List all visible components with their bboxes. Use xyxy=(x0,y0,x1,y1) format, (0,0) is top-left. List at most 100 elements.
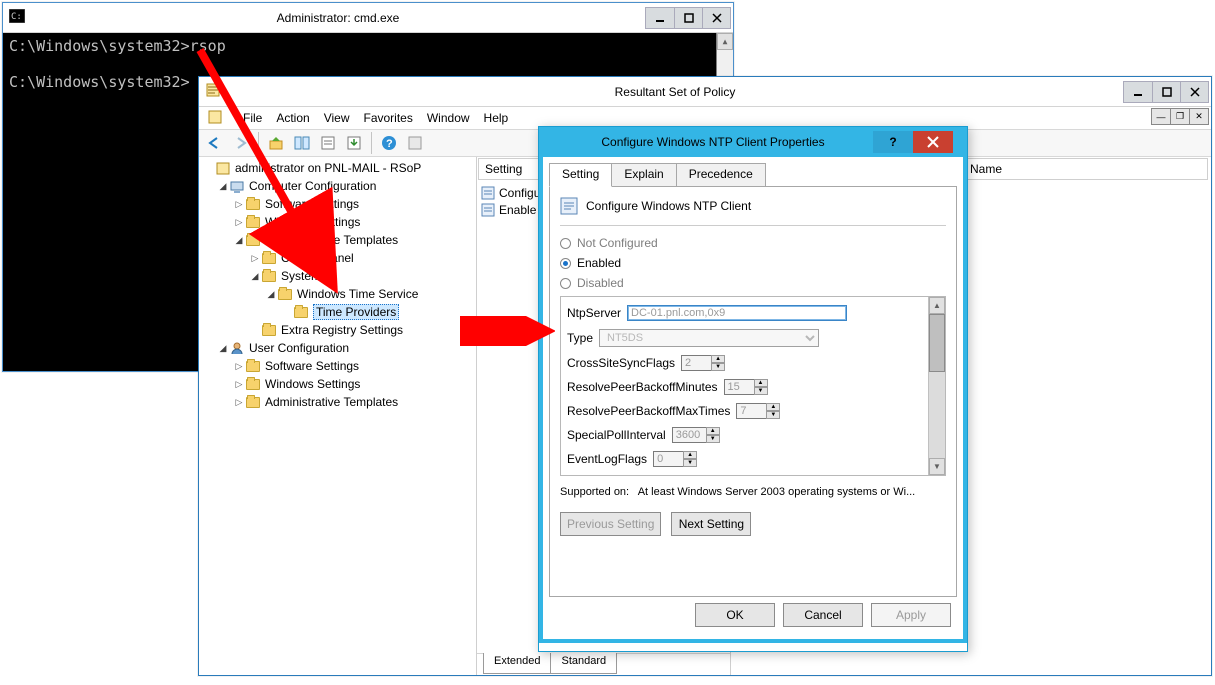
menu-window[interactable]: Window xyxy=(427,111,470,125)
spin-up-button[interactable]: ▲ xyxy=(706,427,720,435)
policy-icon xyxy=(481,203,495,217)
scroll-up-button[interactable]: ▲ xyxy=(929,297,945,314)
mdi-doc-icon xyxy=(207,109,223,128)
spin-up-button[interactable]: ▲ xyxy=(766,403,780,411)
supported-on-label: Supported on: xyxy=(560,486,629,498)
rsop-maximize-button[interactable] xyxy=(1152,82,1180,102)
radio-enabled[interactable]: Enabled xyxy=(560,256,946,270)
dialog-heading: Configure Windows NTP Client xyxy=(586,199,751,213)
scroll-up-button[interactable]: ▲ xyxy=(717,33,733,50)
menu-favorites[interactable]: Favorites xyxy=(364,111,413,125)
dialog-footer: OK Cancel Apply xyxy=(549,597,957,633)
supported-on-row: Supported on: At least Windows Server 20… xyxy=(560,482,946,502)
list-view-tabs: Extended Standard xyxy=(477,653,730,675)
toolbar-properties-icon[interactable] xyxy=(316,131,340,155)
rsop-close-button[interactable] xyxy=(1180,82,1208,102)
previous-setting-button[interactable]: Previous Setting xyxy=(560,512,661,536)
ntp-client-properties-dialog: Configure Windows NTP Client Properties … xyxy=(538,126,968,652)
spin-down-button[interactable]: ▼ xyxy=(766,411,780,419)
dialog-close-button[interactable] xyxy=(913,131,953,153)
menu-action[interactable]: Action xyxy=(276,111,309,125)
cmd-titlebar[interactable]: C: Administrator: cmd.exe xyxy=(3,3,733,33)
menu-file[interactable]: File xyxy=(243,111,262,125)
tree-root[interactable]: administrator on PNL-MAIL - RSoP xyxy=(201,159,474,177)
apply-button[interactable]: Apply xyxy=(871,603,951,627)
policy-icon xyxy=(560,197,578,215)
spin-up-button[interactable]: ▲ xyxy=(754,379,768,387)
cmd-sys-icon[interactable]: C: xyxy=(3,9,31,26)
toolbar-forward-button[interactable] xyxy=(229,131,253,155)
tree-user-admin-templates[interactable]: ▷Administrative Templates xyxy=(201,393,474,411)
specialpollinterval-label: SpecialPollInterval xyxy=(567,428,666,442)
radio-disabled[interactable]: Disabled xyxy=(560,276,946,290)
tab-precedence[interactable]: Precedence xyxy=(676,163,766,187)
toolbar-back-button[interactable] xyxy=(203,131,227,155)
options-scrollbar[interactable]: ▲ ▼ xyxy=(928,297,945,475)
type-label: Type xyxy=(567,331,593,345)
toolbar-refresh-icon[interactable] xyxy=(403,131,427,155)
spin-down-button[interactable]: ▼ xyxy=(706,435,720,443)
toolbar-show-hide-icon[interactable] xyxy=(290,131,314,155)
tree-user-software-settings[interactable]: ▷Software Settings xyxy=(201,357,474,375)
mdi-restore-button[interactable]: ❐ xyxy=(1170,108,1190,125)
menu-view[interactable]: View xyxy=(324,111,350,125)
tree-admin-templates[interactable]: ◢Administrative Templates xyxy=(201,231,474,249)
dialog-title: Configure Windows NTP Client Properties xyxy=(553,135,873,149)
type-select[interactable]: NT5DS xyxy=(599,329,819,347)
spin-up-button[interactable]: ▲ xyxy=(683,451,697,459)
tab-standard[interactable]: Standard xyxy=(550,653,617,674)
scroll-down-button[interactable]: ▼ xyxy=(929,458,945,475)
tree-user-configuration[interactable]: ◢User Configuration xyxy=(201,339,474,357)
tree-user-windows-settings[interactable]: ▷Windows Settings xyxy=(201,375,474,393)
options-group: NtpServer Type NT5DS CrossSiteSyncFlags … xyxy=(560,296,946,476)
menu-help[interactable]: Help xyxy=(484,111,509,125)
cmd-maximize-button[interactable] xyxy=(674,8,702,28)
tree-time-providers[interactable]: Time Providers xyxy=(201,303,474,321)
ok-button[interactable]: OK xyxy=(695,603,775,627)
toolbar-export-icon[interactable] xyxy=(342,131,366,155)
cmd-title: Administrator: cmd.exe xyxy=(31,11,645,25)
dialog-titlebar[interactable]: Configure Windows NTP Client Properties … xyxy=(539,127,967,157)
cmd-close-button[interactable] xyxy=(702,8,730,28)
rsop-titlebar[interactable]: Resultant Set of Policy xyxy=(199,77,1211,107)
spin-up-button[interactable]: ▲ xyxy=(711,355,725,363)
policy-icon xyxy=(481,186,495,200)
rsop-minimize-button[interactable] xyxy=(1124,82,1152,102)
tree-control-panel[interactable]: ▷Control Panel xyxy=(201,249,474,267)
tree-pane[interactable]: administrator on PNL-MAIL - RSoP ◢Comput… xyxy=(199,157,477,675)
eventlogflags-label: EventLogFlags xyxy=(567,452,647,466)
tree-windows-settings[interactable]: ▷Windows Settings xyxy=(201,213,474,231)
tree-system[interactable]: ◢System xyxy=(201,267,474,285)
svg-text:C:: C: xyxy=(11,12,22,22)
spin-down-button[interactable]: ▼ xyxy=(711,363,725,371)
tab-explain[interactable]: Explain xyxy=(611,163,676,187)
cmd-line-2: C:\Windows\system32> xyxy=(9,73,190,91)
radio-not-configured[interactable]: Not Configured xyxy=(560,236,946,250)
next-setting-button[interactable]: Next Setting xyxy=(671,512,751,536)
spin-down-button[interactable]: ▼ xyxy=(754,387,768,395)
toolbar-up-icon[interactable] xyxy=(264,131,288,155)
dialog-tabs: Setting Explain Precedence xyxy=(549,163,957,187)
scroll-thumb[interactable] xyxy=(929,314,945,372)
tree-software-settings[interactable]: ▷Software Settings xyxy=(201,195,474,213)
ntpserver-label: NtpServer xyxy=(567,306,621,320)
spin-down-button[interactable]: ▼ xyxy=(683,459,697,467)
mdi-close-button[interactable]: ✕ xyxy=(1189,108,1209,125)
cmd-line-1: C:\Windows\system32>rsop xyxy=(9,37,226,55)
tree-extra-registry[interactable]: Extra Registry Settings xyxy=(201,321,474,339)
tab-extended[interactable]: Extended xyxy=(483,653,551,674)
tree-computer-configuration[interactable]: ◢Computer Configuration xyxy=(201,177,474,195)
svg-text:?: ? xyxy=(386,138,393,150)
tab-setting[interactable]: Setting xyxy=(549,163,612,187)
rsop-title: Resultant Set of Policy xyxy=(227,85,1123,99)
rsop-app-icon xyxy=(199,82,227,101)
resolvepeerbackoffminutes-label: ResolvePeerBackoffMinutes xyxy=(567,380,718,394)
ntpserver-input[interactable] xyxy=(627,305,847,321)
dialog-help-button[interactable]: ? xyxy=(873,131,913,153)
scroll-track[interactable] xyxy=(929,314,945,458)
toolbar-help-icon[interactable]: ? xyxy=(377,131,401,155)
cancel-button[interactable]: Cancel xyxy=(783,603,863,627)
tree-windows-time-service[interactable]: ◢Windows Time Service xyxy=(201,285,474,303)
mdi-minimize-button[interactable]: — xyxy=(1151,108,1171,125)
cmd-minimize-button[interactable] xyxy=(646,8,674,28)
